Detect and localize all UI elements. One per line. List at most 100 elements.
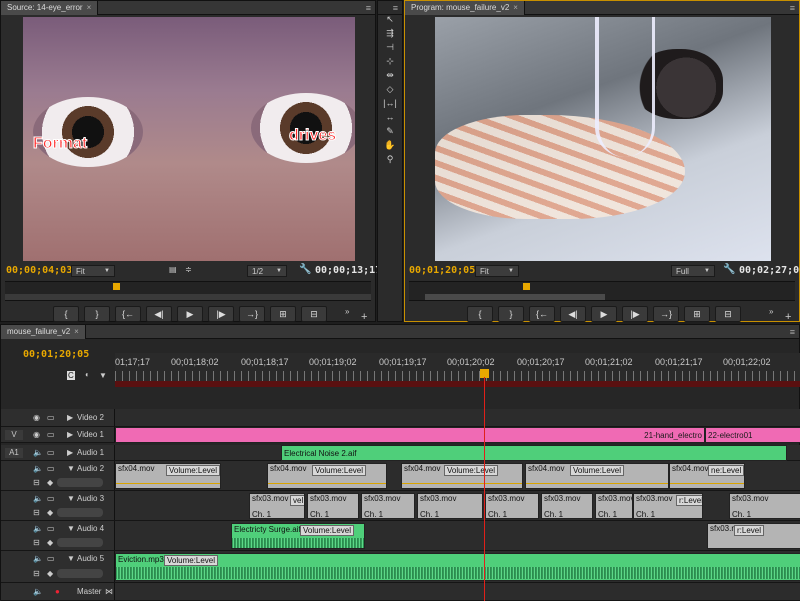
source-resolution-select[interactable]: 1/2 ▼ — [247, 265, 287, 277]
wrench-icon[interactable]: 🔧 — [299, 264, 311, 275]
keyframe-display-icon[interactable]: ⊟ — [33, 478, 40, 487]
audio-clip-sfx03[interactable]: sfx03.mov Ch. 1 — [485, 493, 539, 519]
razor-tool-icon[interactable]: ◇ — [383, 83, 397, 95]
close-icon[interactable]: × — [513, 3, 518, 12]
more-controls-icon[interactable]: » — [345, 307, 349, 316]
program-resolution-select[interactable]: Full ▼ — [671, 265, 715, 277]
source-zoom-bar[interactable] — [5, 294, 371, 300]
keyframe-nav-icon[interactable]: ◆ — [47, 569, 53, 578]
lock-icon[interactable]: ▭ — [47, 413, 55, 422]
audio-clip-electrical-noise[interactable]: Electrical Noise 2.aif — [281, 445, 787, 461]
extract-button[interactable]: ⊟ — [715, 306, 741, 322]
keyframe-nav-icon[interactable]: ◆ — [47, 538, 53, 547]
keyframe-nav-icon[interactable]: ◆ — [47, 508, 53, 517]
selection-tool-icon[interactable]: ↖ — [383, 13, 397, 25]
lock-icon[interactable]: ▭ — [47, 494, 55, 503]
source-zoom-select[interactable]: Fit ▼ — [71, 265, 115, 277]
volume-level-menu[interactable]: Volume:Level — [300, 525, 355, 536]
volume-level-menu[interactable]: Volume:Level — [164, 555, 219, 566]
timeline-current-timecode[interactable]: 00;01;20;05 — [23, 349, 89, 360]
source-tab[interactable]: Source: 14-eye_error × — [1, 0, 99, 15]
keyframe-nav-control[interactable] — [57, 538, 103, 547]
mark-in-button[interactable]: { — [53, 306, 79, 322]
audio-clip-sfx03[interactable]: sfx03.mov Ch. 1 — [417, 493, 483, 519]
keyframe-display-icon[interactable]: ⊟ — [33, 569, 40, 578]
volume-level-menu[interactable]: Volume:Level — [166, 465, 220, 476]
collapse-arrow-icon[interactable]: ▼ — [67, 524, 75, 533]
marker-icon[interactable]: ◐ — [85, 370, 90, 379]
pen-tool-icon[interactable]: ✎ — [383, 125, 397, 137]
program-current-timecode[interactable]: 00;01;20;05 — [409, 265, 475, 276]
film-icon[interactable]: ▤ — [169, 265, 177, 274]
eye-icon[interactable]: ◉ — [33, 413, 40, 422]
go-to-out-button[interactable]: →} — [653, 306, 679, 322]
speaker-icon[interactable]: 🔈 — [33, 554, 43, 563]
step-forward-button[interactable]: |▶ — [622, 306, 648, 322]
video-target-badge[interactable]: V — [5, 430, 23, 440]
volume-rubberband[interactable] — [116, 483, 220, 484]
timeline-playhead-line[interactable] — [484, 377, 485, 601]
step-forward-button[interactable]: |▶ — [208, 306, 234, 322]
volume-level-menu[interactable]: Volume:Level — [444, 465, 499, 476]
lock-icon[interactable]: ▭ — [47, 448, 55, 457]
overwrite-button[interactable]: ⊟ — [301, 306, 327, 322]
add-button-icon[interactable]: + — [361, 311, 367, 323]
close-icon[interactable]: × — [87, 3, 92, 12]
audio-clip-electricty-surge[interactable]: Electricty Surge.aif Volume:Level — [231, 523, 365, 549]
go-to-in-button[interactable]: {← — [115, 306, 141, 322]
slip-tool-icon[interactable]: |↔| — [383, 97, 397, 109]
go-to-in-button[interactable]: {← — [529, 306, 555, 322]
snap-icon[interactable]: C — [67, 371, 75, 380]
source-current-timecode[interactable]: 00;00;04;03 — [6, 265, 72, 276]
program-tab[interactable]: Program: mouse_failure_v2 × — [405, 0, 525, 15]
audio-clip-sfx03[interactable]: sfx03.mov r:Level — [707, 523, 800, 549]
lock-icon[interactable]: ▭ — [47, 524, 55, 533]
rolling-edit-tool-icon[interactable]: ⊹ — [383, 55, 397, 67]
keyframe-display-icon[interactable]: ⊟ — [33, 538, 40, 547]
volume-rubberband[interactable] — [402, 483, 522, 484]
expand-arrow-icon[interactable]: ▶ — [67, 430, 73, 439]
panel-menu-icon[interactable]: ≡ — [790, 3, 795, 13]
lock-icon[interactable]: ▭ — [47, 430, 55, 439]
audio-clip-sfx03[interactable]: sfx03.mov Ch. 1 — [729, 493, 800, 519]
expand-arrow-icon[interactable]: ▶ — [67, 448, 73, 457]
audio-clip-sfx04[interactable]: sfx04.mov Volume:Level — [115, 463, 221, 489]
audio-waveform-icon[interactable]: ≑ — [185, 265, 192, 274]
audio-target-badge[interactable]: A1 — [5, 448, 23, 458]
collapse-arrow-icon[interactable]: ▼ — [67, 464, 75, 473]
speaker-icon[interactable]: 🔈 — [33, 494, 43, 503]
panel-menu-icon[interactable]: ≡ — [393, 3, 398, 13]
audio-clip-eviction[interactable]: Eviction.mp3 Volume:Level — [115, 553, 800, 581]
volume-level-menu[interactable]: ne:Level — [708, 465, 744, 476]
slide-tool-icon[interactable]: ↔ — [383, 111, 397, 123]
mark-in-button[interactable]: { — [467, 306, 493, 322]
panel-menu-icon[interactable]: ≡ — [790, 327, 795, 337]
mark-out-button[interactable]: } — [84, 306, 110, 322]
track-select-tool-icon[interactable]: ⇶ — [383, 27, 397, 39]
close-icon[interactable]: × — [74, 327, 79, 336]
play-button[interactable]: ▶ — [591, 306, 617, 322]
program-scrubber[interactable] — [409, 281, 795, 301]
volume-rubberband[interactable] — [268, 483, 386, 484]
playhead-marker[interactable] — [113, 283, 120, 290]
panel-menu-icon[interactable]: ≡ — [366, 3, 371, 13]
speaker-icon[interactable]: 🔈 — [33, 587, 43, 596]
add-button-icon[interactable]: + — [785, 311, 791, 323]
more-controls-icon[interactable]: » — [769, 307, 773, 316]
collapse-arrow-icon[interactable]: ▼ — [67, 494, 75, 503]
speaker-icon[interactable]: 🔈 — [33, 448, 43, 457]
keyframe-nav-control[interactable] — [57, 508, 103, 517]
mark-out-button[interactable]: } — [498, 306, 524, 322]
hand-tool-icon[interactable]: ✋ — [383, 139, 397, 151]
audio-clip-sfx03[interactable]: sfx03.mov vel Ch. 1 — [249, 493, 305, 519]
timeline-ruler[interactable]: 01;17;17 00;01;18;02 00;01;18;17 00;01;1… — [115, 353, 800, 387]
expand-arrow-icon[interactable]: ▶ — [67, 413, 73, 422]
lock-icon[interactable]: ▭ — [47, 464, 55, 473]
volume-level-menu[interactable]: Volume:Level — [312, 465, 367, 476]
lift-button[interactable]: ⊞ — [684, 306, 710, 322]
volume-rubberband[interactable] — [670, 483, 744, 484]
ripple-edit-tool-icon[interactable]: ⊣ — [383, 41, 397, 53]
keyframe-nav-control[interactable] — [57, 569, 103, 578]
audio-clip-sfx04[interactable]: sfx04.mov ne:Level — [669, 463, 745, 489]
audio-clip-sfx04[interactable]: sfx04.mov Volume:Level — [401, 463, 523, 489]
